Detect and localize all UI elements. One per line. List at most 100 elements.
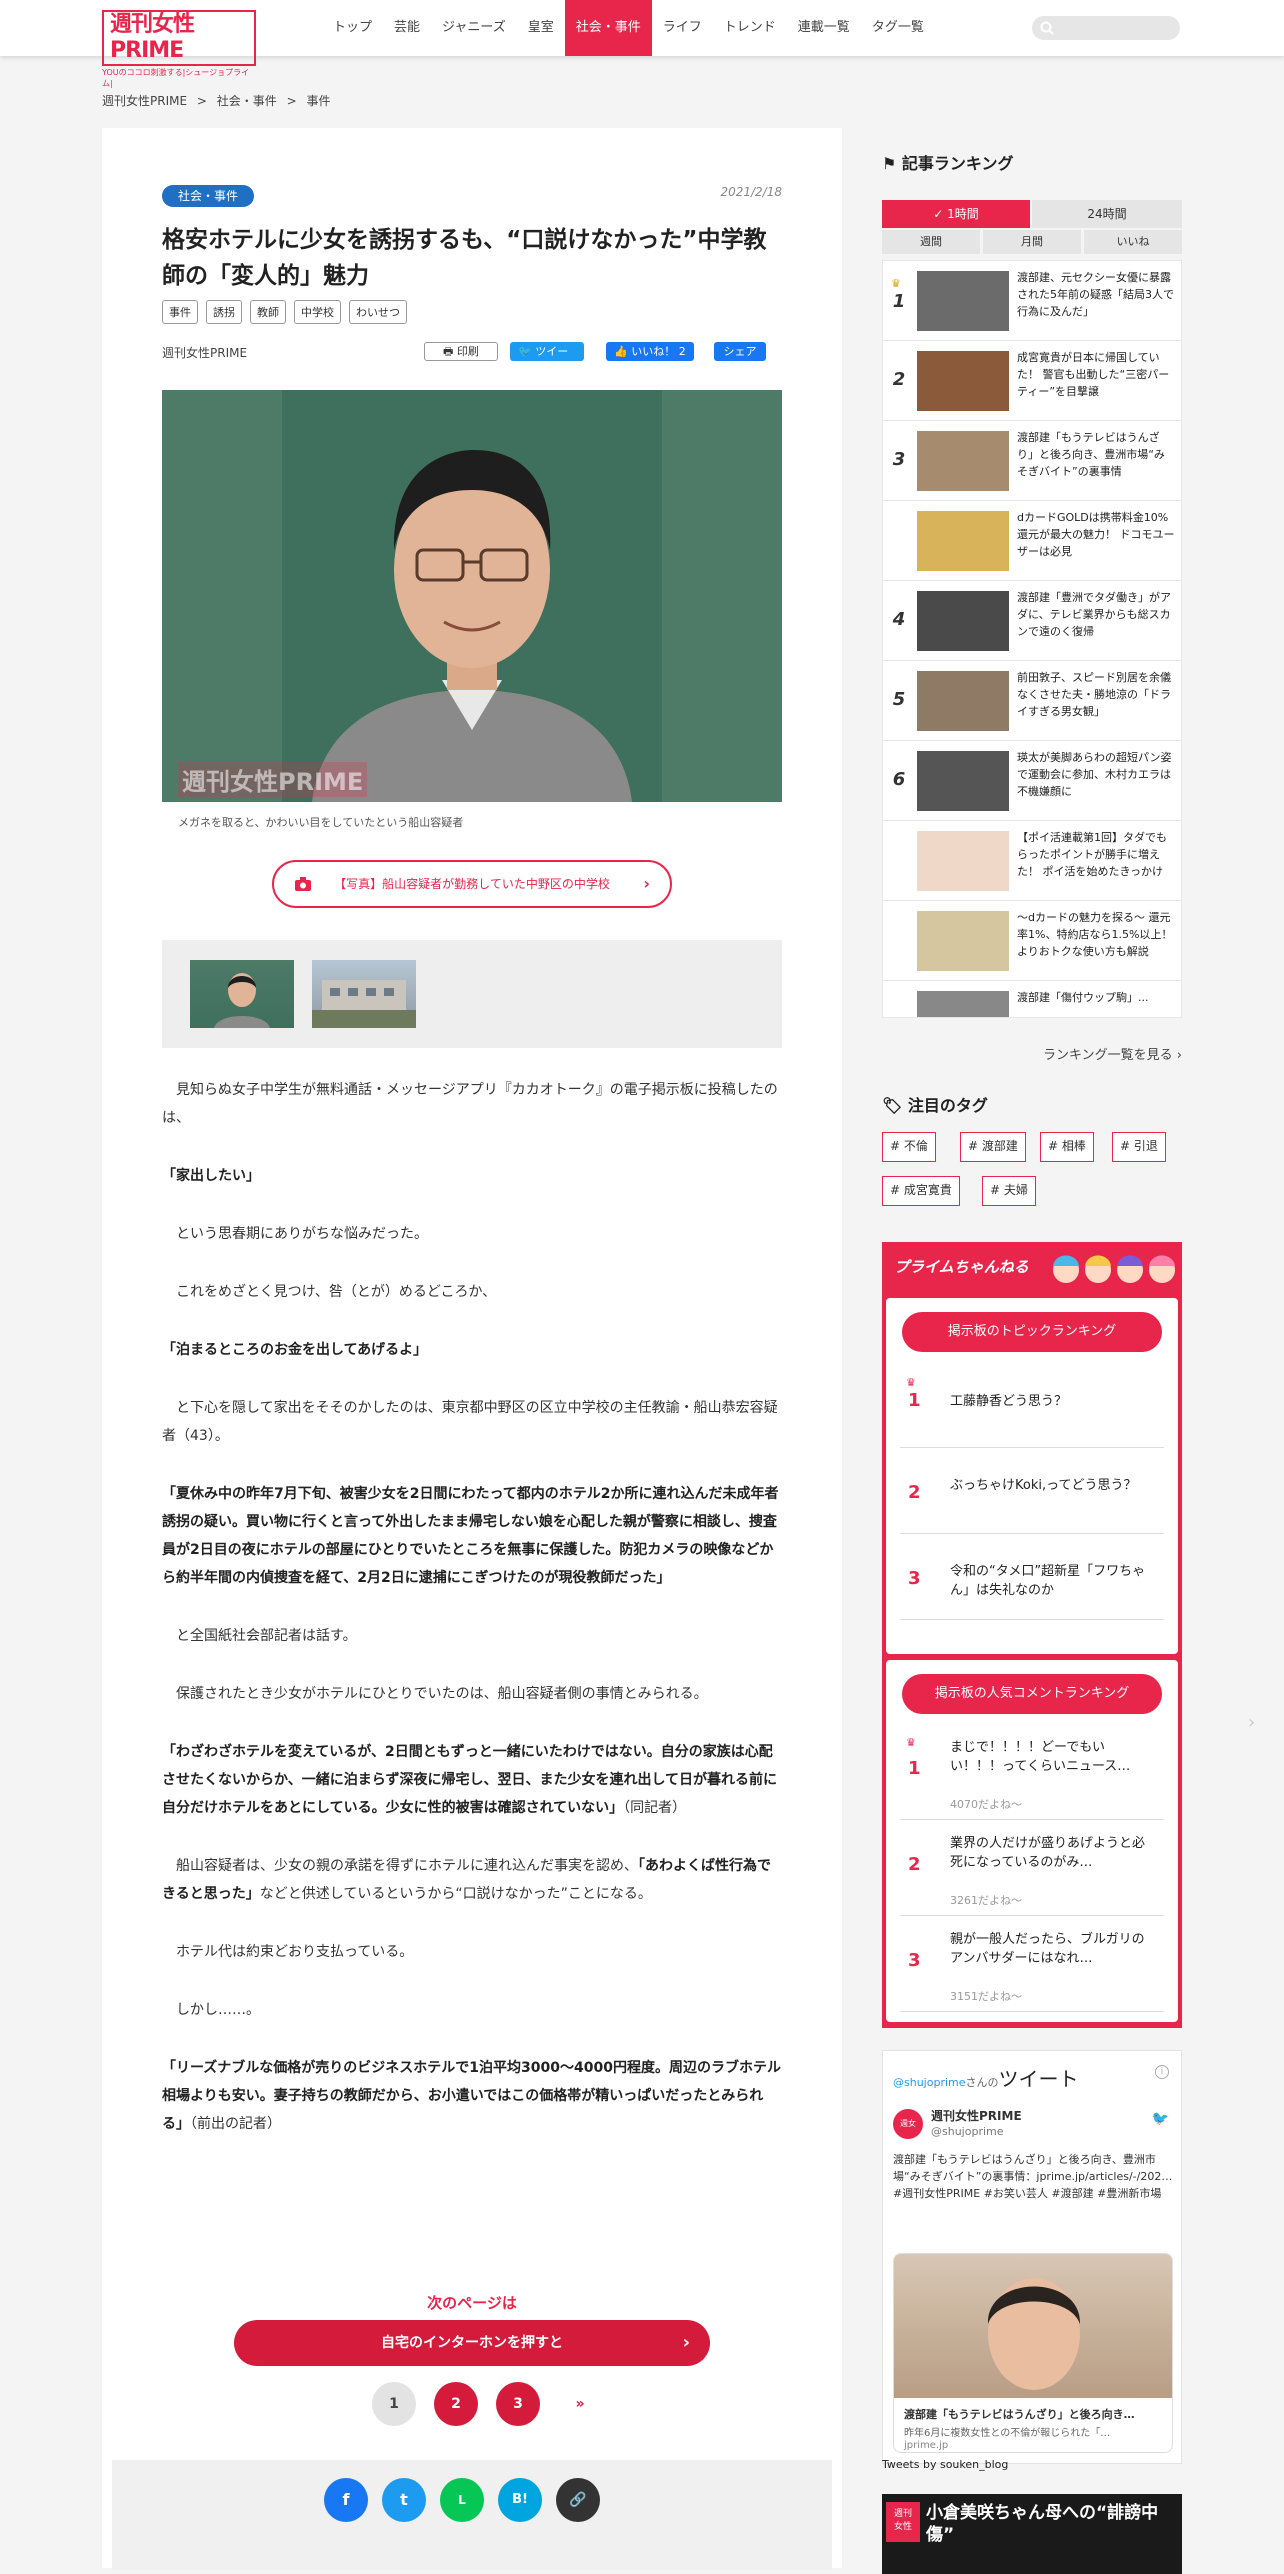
hot-tag[interactable]: # 不倫 xyxy=(882,1132,936,1162)
search-input[interactable] xyxy=(1032,16,1180,40)
hot-tag[interactable]: # 相棒 xyxy=(1040,1132,1094,1162)
thumbnail-school[interactable] xyxy=(312,960,416,1028)
breadcrumb-home[interactable]: 週刊女性PRIME xyxy=(102,94,187,108)
topic-ranking-box: 掲示板のトピックランキング ♛ 1 工藤静香どう思う？ 2 ぶっちゃけKoki,ってどう… xyxy=(886,1298,1178,1654)
paragraph-text: と全国紙社会部記者は話す。 xyxy=(176,1628,357,1644)
comment-item[interactable]: 3 親が一般人だったら、ブルガリのアンバサダーにはなれ… 3151だよね〜 xyxy=(900,1922,1164,2012)
facebook-share-button[interactable]: シェア xyxy=(714,342,766,361)
ranking-title: dカードGOLDは携帯料金10%還元が最大の魅力！ ドコモユーザーは必見 xyxy=(1017,511,1175,558)
next-page-button[interactable]: 自宅のインターホンを押すと › xyxy=(234,2320,710,2366)
page-3[interactable]: 3 xyxy=(496,2382,540,2426)
hot-tag[interactable]: # 渡部建 xyxy=(960,1132,1026,1162)
paragraph-text: これをめざとく見つけ、咎（とが）めるどころか、 xyxy=(176,1284,497,1300)
tab-month[interactable]: 月間 xyxy=(983,230,1081,254)
tweet-card[interactable]: 渡部建「もうテレビはうんざり」と後ろ向き… 昨年6月に複数女性との不倫が報じられ… xyxy=(893,2253,1173,2453)
ranking-item[interactable]: 6 瑛太が美脚あらわの超短パン姿で運動会に参加、木村カエラは不機嫌顔に xyxy=(883,741,1181,821)
body-paragraph: 「泊まるところのお金を出してあげるよ」 xyxy=(162,1336,782,1364)
hot-tag[interactable]: # 引退 xyxy=(1112,1132,1166,1162)
topic-title: ぶっちゃけKoki,ってどう思う？ xyxy=(950,1478,1137,1493)
article-tag[interactable]: 教師 xyxy=(250,300,286,324)
paragraph-text: と下心を隠して家出をそそのかしたのは、東京都中野区の区立中学校の主任教諭・船山恭… xyxy=(162,1400,778,1444)
sidebar: ⚑ 記事ランキング ✓ 1時間 24時間 週間 月間 いいね ♛ 1 渡部建、元セク… xyxy=(882,150,1182,2574)
nav-item[interactable]: 連載一覧 xyxy=(787,0,861,56)
site-header: 週刊女性PRIME YOUのココロ刺激する|シュージョプライム| トップ 芸能 ジャ… xyxy=(0,0,1284,88)
chevron-right-icon: › xyxy=(643,874,650,893)
hatena-bookmark-icon[interactable]: B! xyxy=(498,2478,542,2522)
topic-title: 令和の“タメ口”超新星「フワちゃん」は失礼なのか xyxy=(950,1564,1146,1598)
ranking-item[interactable]: 【ポイ活連載第1回】タダでもらったポイントが勝手に増えた！ ポイ活を始めたきっか… xyxy=(883,821,1181,901)
photo-button-label: 【写真】船山容疑者が勤務していた中野区の中学校 xyxy=(334,877,610,891)
ranking-item[interactable]: 5 前田敦子、スピード別居を余儀なくさせた夫・勝地涼の「ドライすぎる男女観」 xyxy=(883,661,1181,741)
category-badge[interactable]: 社会・事件 xyxy=(162,185,255,207)
article-tag[interactable]: 事件 xyxy=(162,300,198,324)
page-1[interactable]: 1 xyxy=(372,2382,416,2426)
article-photo[interactable]: 週刊女性PRIME xyxy=(162,390,782,802)
body-paragraph: 「わざわざホテルを変えているが、2日間ともずっと一緒にいたわけではない。自分の家… xyxy=(162,1738,782,1822)
photo-gallery-button[interactable]: 【写真】船山容疑者が勤務していた中野区の中学校 › xyxy=(272,860,672,908)
comment-ranking-label[interactable]: 掲示板の人気コメントランキング xyxy=(902,1674,1162,1714)
like-button[interactable]: 👍 いいね！ 2 xyxy=(606,342,694,361)
chevron-right-icon: › xyxy=(1176,1048,1182,1063)
twitter-footer[interactable]: Tweets by souken_blog xyxy=(882,2458,1008,2471)
page-next-more[interactable]: » xyxy=(558,2382,602,2426)
article-tag[interactable]: 誘拐 xyxy=(206,300,242,324)
topic-item[interactable]: 3 令和の“タメ口”超新星「フワちゃん」は失礼なのか xyxy=(900,1540,1164,1620)
nav-item[interactable]: トレンド xyxy=(713,0,787,56)
print-button[interactable]: 🖶 印刷 xyxy=(424,342,498,361)
comment-item[interactable]: ♛ 1 まじで！！！！どーでもいい！！！ってくらいニュース… 4070だよね〜 xyxy=(900,1730,1164,1820)
carousel-next-arrow[interactable]: › xyxy=(1248,1712,1255,1733)
page-2[interactable]: 2 xyxy=(434,2382,478,2426)
article-tag[interactable]: わいせつ xyxy=(349,300,407,324)
tweet-button[interactable]: 🐦 ツイート xyxy=(510,342,584,377)
twitter-handle-link[interactable]: @shujoprimeさんのツイート xyxy=(893,2063,1079,2092)
tab-1hour[interactable]: ✓ 1時間 xyxy=(882,200,1030,228)
nav-item[interactable]: 社会・事件 xyxy=(564,0,652,56)
nav-item[interactable]: 芸能 xyxy=(383,0,431,56)
thumbnail-portrait[interactable] xyxy=(190,960,294,1028)
breadcrumb-current[interactable]: 事件 xyxy=(307,94,331,108)
nav-item[interactable]: 皇室 xyxy=(517,0,565,56)
tweet-label: ツイート xyxy=(518,345,569,377)
tab-24hour[interactable]: 24時間 xyxy=(1032,200,1182,228)
paragraph-quote: 「夏休み中の昨年7月下旬、被害少女を2日間にわたって都内のホテル2か所に連れ込ん… xyxy=(162,1486,779,1586)
topic-ranking-label[interactable]: 掲示板のトピックランキング xyxy=(902,1312,1162,1352)
ranking-item[interactable]: ♛ 1 渡部建、元セクシー女優に暴露された5年前の疑惑「結局3人で行為に及んだ」 xyxy=(883,261,1181,341)
tab-likes[interactable]: いいね xyxy=(1084,230,1182,254)
ranking-item[interactable]: 3 渡部建「もうテレビはうんざり」と後ろ向き、豊洲市場“みそぎバイト”の裏事情 xyxy=(883,421,1181,501)
comment-ranking-box: 掲示板の人気コメントランキング ♛ 1 まじで！！！！どーでもいい！！！ってくらいニ… xyxy=(886,1660,1178,2022)
twitter-icon[interactable]: t xyxy=(382,2478,426,2522)
nav-item[interactable]: ライフ xyxy=(652,0,713,56)
tweet-card-image xyxy=(894,2254,1172,2398)
hot-tag[interactable]: # 夫婦 xyxy=(982,1176,1036,1206)
tab-week[interactable]: 週間 xyxy=(882,230,980,254)
info-icon[interactable]: i xyxy=(1155,2065,1169,2079)
ranking-thumbnail xyxy=(917,351,1009,411)
twitter-avatar[interactable]: 週女 xyxy=(893,2109,923,2139)
topic-rank: 2 xyxy=(908,1482,921,1503)
site-logo[interactable]: 週刊女性PRIME YOUのココロ刺激する|シュージョプライム| xyxy=(102,10,256,88)
topic-item[interactable]: 2 ぶっちゃけKoki,ってどう思う？ xyxy=(900,1454,1164,1534)
ranking-item[interactable]: 4 渡部建「豊洲でタダ働き」がアダに、テレビ業界からも総スカンで遠のく復帰 xyxy=(883,581,1181,661)
ranking-number: 3 xyxy=(892,449,906,470)
nav-item[interactable]: トップ xyxy=(322,0,383,56)
ranking-item[interactable]: 2 成宮寛貴が日本に帰国していた！ 警官も出動した“三密パーティー”を目撃譲 xyxy=(883,341,1181,421)
article-date: 2021/2/18 xyxy=(720,185,782,199)
ranking-item[interactable]: dカードGOLDは携帯料金10%還元が最大の魅力！ ドコモユーザーは必見 xyxy=(883,501,1181,581)
facebook-icon[interactable]: f xyxy=(324,2478,368,2522)
nav-item[interactable]: タグ一覧 xyxy=(861,0,935,56)
line-icon[interactable]: L xyxy=(440,2478,484,2522)
comment-item[interactable]: 2 業界の人だけが盛りあげようと必死になっているのがみ… 3261だよね〜 xyxy=(900,1826,1164,1916)
topic-item[interactable]: ♛ 1 工藤静香どう思う？ xyxy=(900,1368,1164,1448)
nav-item[interactable]: ジャニーズ xyxy=(431,0,517,56)
ranking-title: 渡部建、元セクシー女優に暴露された5年前の疑惑「結局3人で行為に及んだ」 xyxy=(1017,271,1174,318)
twitter-handle-suffix: さんの xyxy=(965,2076,999,2089)
ranking-more-link[interactable]: ランキング一覧を見る › xyxy=(1043,1044,1182,1063)
hot-tag[interactable]: # 成宮寛貴 xyxy=(882,1176,960,1206)
copy-link-icon[interactable]: 🔗 xyxy=(556,2478,600,2522)
article-tag[interactable]: 中学校 xyxy=(294,300,341,324)
video-thumbnail[interactable]: 週刊 女性 小倉美咲ちゃん母への“誹謗中傷” xyxy=(882,2494,1182,2574)
ranking-item[interactable]: 渡部建「傷付ウップ駒」... xyxy=(883,981,1181,1017)
breadcrumb-category[interactable]: 社会・事件 xyxy=(217,94,277,108)
next-page-label: 次のページは xyxy=(427,2294,517,2312)
ranking-item[interactable]: 〜dカードの魅力を探る〜 還元率1%、特約店なら1.5%以上！ よりおトクな使い… xyxy=(883,901,1181,981)
